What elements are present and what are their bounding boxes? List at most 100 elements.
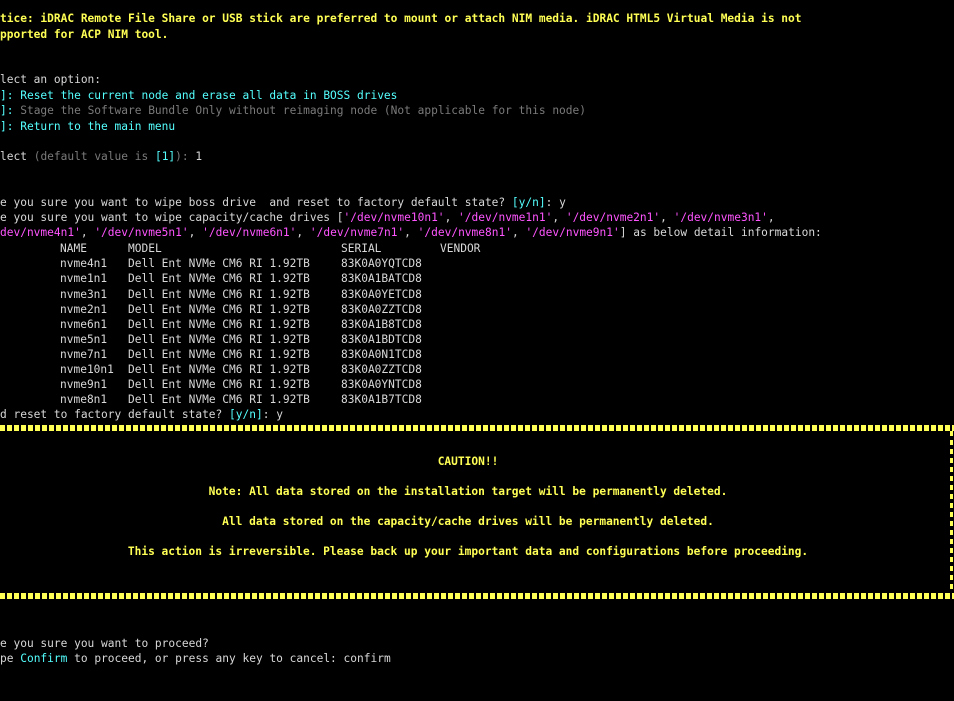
drive-model: Dell Ent NVMe CM6 RI 1.92TB xyxy=(128,378,310,391)
capacity-wipe-text: e you sure you want to wipe capacity/cac… xyxy=(0,211,344,224)
menu-option-prefix: ]: xyxy=(0,120,21,133)
drive-serial: 83K0A0ZZTCD8 xyxy=(341,303,422,316)
drive-path: '/dev/nvme9n1' xyxy=(525,226,620,239)
drive-serial: 83K0A1B7TCD8 xyxy=(341,393,422,406)
menu-option-return[interactable]: ]: Return to the main menu xyxy=(0,119,175,134)
menu-option-prefix: ]: xyxy=(0,104,21,117)
table-row: nvme9n1 Dell Ent NVMe CM6 RI 1.92TB 83K0A0… xyxy=(60,377,440,392)
drive-path: '/dev/nvme5n1' xyxy=(94,226,189,239)
drive-model: Dell Ent NVMe CM6 RI 1.92TB xyxy=(128,393,310,406)
menu-option-reset[interactable]: ]: Reset the current node and erase all … xyxy=(0,88,397,103)
table-header-serial: SERIAL xyxy=(341,242,382,255)
drive-name: nvme5n1 xyxy=(60,333,108,346)
table-header-name: NAME xyxy=(60,242,87,255)
drive-model: Dell Ent NVMe CM6 RI 1.92TB xyxy=(128,272,310,285)
separator: , xyxy=(188,226,203,239)
caution-border-right xyxy=(950,431,953,593)
drive-name: nvme4n1 xyxy=(60,257,108,270)
menu-option-label: Return to the main menu xyxy=(20,120,176,133)
drive-model: Dell Ent NVMe CM6 RI 1.92TB xyxy=(128,303,310,316)
separator: , xyxy=(767,211,775,224)
factory-reset-text: d reset to factory default state? xyxy=(0,408,230,421)
drive-name: nvme7n1 xyxy=(60,348,108,361)
drive-serial: 83K0A0YQTCD8 xyxy=(341,257,422,270)
drive-path: '/dev/nvme10n1' xyxy=(343,211,445,224)
menu-option-stage: ]: Stage the Software Bundle Only withou… xyxy=(0,103,586,118)
drive-model: Dell Ent NVMe CM6 RI 1.92TB xyxy=(128,333,310,346)
select-input[interactable]: 1 xyxy=(195,150,202,163)
drive-path: '/dev/nvme8n1' xyxy=(417,226,512,239)
notice-line-2: pported for ACP NIM tool. xyxy=(0,28,169,41)
drive-path: '/dev/nvme6n1' xyxy=(202,226,297,239)
separator: , xyxy=(511,226,526,239)
caution-line-2: All data stored on the capacity/cache dr… xyxy=(222,515,714,528)
boss-wipe-prompt[interactable]: e you sure you want to wipe boss drive a… xyxy=(0,195,566,210)
table-row: nvme6n1 Dell Ent NVMe CM6 RI 1.92TB 83K0A1… xyxy=(60,317,440,332)
drive-model: Dell Ent NVMe CM6 RI 1.92TB xyxy=(128,288,310,301)
capacity-wipe-prompt-line-2: dev/nvme4n1', '/dev/nvme5n1', '/dev/nvme… xyxy=(0,225,822,240)
drive-name: nvme9n1 xyxy=(60,378,108,391)
drive-path: '/dev/nvme3n1' xyxy=(673,211,768,224)
factory-reset-prompt[interactable]: d reset to factory default state? [y/n]:… xyxy=(0,407,283,422)
select-default-suffix: ): xyxy=(175,150,196,163)
yn-hint: [y/n] xyxy=(511,196,546,209)
table-row: nvme7n1 Dell Ent NVMe CM6 RI 1.92TB 83K0A0… xyxy=(60,347,440,362)
drive-name: nvme1n1 xyxy=(60,272,108,285)
drive-serial: 83K0A1BATCD8 xyxy=(341,272,422,285)
table-row: nvme2n1 Dell Ent NVMe CM6 RI 1.92TB 83K0A0… xyxy=(60,302,440,317)
separator: , xyxy=(660,211,674,224)
table-row: nvme4n1 Dell Ent NVMe CM6 RI 1.92TB 83K0A0… xyxy=(60,256,440,271)
separator: , xyxy=(80,226,95,239)
drive-model: Dell Ent NVMe CM6 RI 1.92TB xyxy=(128,363,310,376)
confirm-input[interactable]: confirm xyxy=(344,652,391,665)
table-row: nvme8n1 Dell Ent NVMe CM6 RI 1.92TB 83K0A1… xyxy=(60,392,440,407)
drive-name: nvme10n1 xyxy=(60,363,114,376)
select-prompt[interactable]: lect (default value is [1]): 1 xyxy=(0,149,202,164)
separator: , xyxy=(444,211,459,224)
select-label: lect xyxy=(0,150,27,163)
capacity-wipe-prompt-line-1: e you sure you want to wipe capacity/cac… xyxy=(0,210,775,225)
confirm-prompt[interactable]: pe Confirm to proceed, or press any key … xyxy=(0,651,391,666)
boss-wipe-answer[interactable]: y xyxy=(559,196,566,209)
table-header-vendor: VENDOR xyxy=(440,242,481,255)
prompt-separator: : xyxy=(262,408,277,421)
drive-name: nvme8n1 xyxy=(60,393,108,406)
separator: , xyxy=(296,226,310,239)
menu-option-prefix: ]: xyxy=(0,89,21,102)
table-row: nvme5n1 Dell Ent NVMe CM6 RI 1.92TB 83K0A1… xyxy=(60,332,440,347)
drive-table-header: NAME MODEL SERIAL VENDOR xyxy=(60,241,480,256)
terminal-screen: tice: iDRAC Remote File Share or USB sti… xyxy=(0,0,954,701)
drive-name: nvme3n1 xyxy=(60,288,108,301)
caution-border-top xyxy=(0,425,954,431)
drive-name: nvme6n1 xyxy=(60,318,108,331)
prompt-separator: : xyxy=(545,196,560,209)
drive-path: '/dev/nvme7n1' xyxy=(309,226,405,239)
menu-prompt: lect an option: xyxy=(0,73,102,86)
caution-line-3: This action is irreversible. Please back… xyxy=(127,545,809,558)
proceed-question: e you sure you want to proceed? xyxy=(0,637,209,650)
select-default-value: [1] xyxy=(154,150,176,163)
drive-model: Dell Ent NVMe CM6 RI 1.92TB xyxy=(128,257,310,270)
factory-reset-answer[interactable]: y xyxy=(276,408,283,421)
drive-serial: 83K0A0N1TCD8 xyxy=(341,348,422,361)
menu-option-label: Stage the Software Bundle Only without r… xyxy=(20,104,586,117)
confirm-suffix: to proceed, or press any key to cancel: xyxy=(67,652,344,665)
confirm-prefix: pe xyxy=(0,652,21,665)
drive-name: nvme2n1 xyxy=(60,303,108,316)
yn-hint: [y/n] xyxy=(229,408,263,421)
drive-serial: 83K0A1B8TCD8 xyxy=(341,318,422,331)
caution-line-1: Note: All data stored on the installatio… xyxy=(208,485,728,498)
select-default-prefix: (default value is xyxy=(33,150,155,163)
boss-wipe-text: e you sure you want to wipe boss drive a… xyxy=(0,196,512,209)
table-header-model: MODEL xyxy=(128,242,162,255)
caution-border-bottom xyxy=(0,593,954,599)
drive-model: Dell Ent NVMe CM6 RI 1.92TB xyxy=(128,318,310,331)
drive-serial: 83K0A0YETCD8 xyxy=(341,288,422,301)
separator: , xyxy=(552,211,566,224)
table-row: nvme3n1 Dell Ent NVMe CM6 RI 1.92TB 83K0A0… xyxy=(60,287,440,302)
table-row: nvme10n1 Dell Ent NVMe CM6 RI 1.92TB 83K0A… xyxy=(60,362,440,377)
confirm-keyword: Confirm xyxy=(20,652,68,665)
drive-serial: 83K0A0YNTCD8 xyxy=(341,378,422,391)
drive-path: '/dev/nvme2n1' xyxy=(565,211,661,224)
menu-option-label: Reset the current node and erase all dat… xyxy=(20,89,398,102)
